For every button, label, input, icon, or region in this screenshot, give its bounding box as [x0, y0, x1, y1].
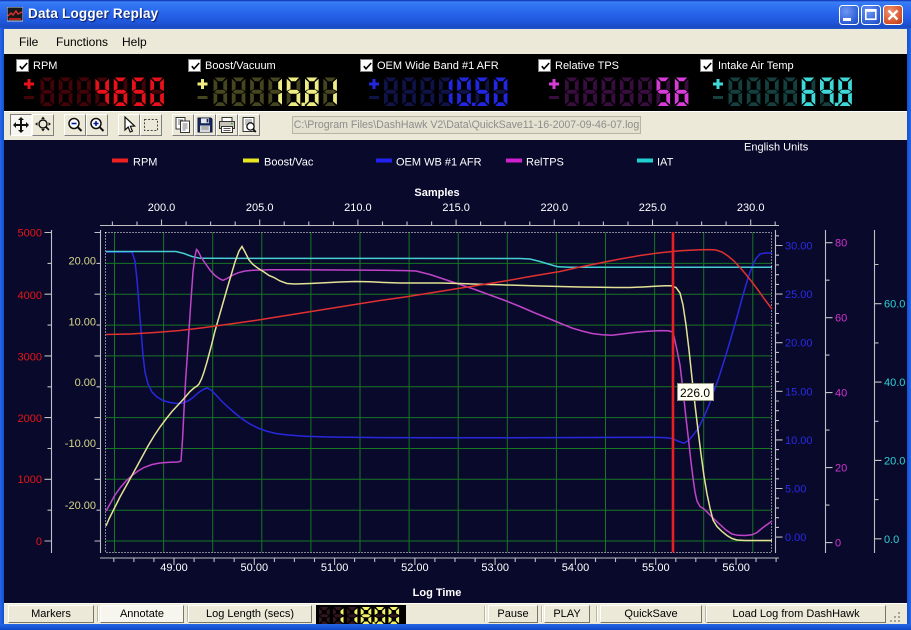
- svg-text:230.0: 230.0: [737, 202, 765, 214]
- svg-text:5.00: 5.00: [785, 484, 806, 496]
- svg-text:0: 0: [36, 536, 42, 548]
- svg-text:200.0: 200.0: [148, 202, 176, 214]
- svg-text:220.0: 220.0: [541, 202, 569, 214]
- svg-text:20.0: 20.0: [884, 455, 905, 467]
- svg-text:Boost/Vac: Boost/Vac: [264, 157, 314, 169]
- svg-text:0: 0: [835, 538, 841, 550]
- svg-text:20: 20: [835, 463, 847, 475]
- svg-text:10.00: 10.00: [785, 435, 813, 447]
- svg-text:0.0: 0.0: [884, 534, 899, 546]
- svg-text:Log Time: Log Time: [413, 587, 462, 599]
- svg-text:80: 80: [835, 238, 847, 250]
- svg-text:4000: 4000: [18, 290, 42, 302]
- svg-text:IAT: IAT: [657, 157, 674, 169]
- svg-text:40: 40: [835, 388, 847, 400]
- svg-text:0.00: 0.00: [785, 532, 806, 544]
- svg-text:2000: 2000: [18, 413, 42, 425]
- svg-text:20.00: 20.00: [785, 338, 813, 350]
- svg-text:5000: 5000: [18, 228, 42, 240]
- svg-text:1000: 1000: [18, 474, 42, 486]
- svg-text:0.00: 0.00: [75, 377, 96, 389]
- svg-text:50.00: 50.00: [241, 562, 269, 574]
- svg-text:OEM WB #1 AFR: OEM WB #1 AFR: [396, 157, 482, 169]
- svg-text:54.00: 54.00: [562, 562, 590, 574]
- svg-text:15.00: 15.00: [785, 386, 813, 398]
- svg-text:51.00: 51.00: [321, 562, 349, 574]
- svg-text:-10.00: -10.00: [65, 438, 96, 450]
- svg-text:3000: 3000: [18, 352, 42, 364]
- svg-text:25.00: 25.00: [785, 289, 813, 301]
- svg-text:RelTPS: RelTPS: [526, 157, 564, 169]
- svg-text:-20.00: -20.00: [65, 500, 96, 512]
- svg-text:Samples: Samples: [414, 187, 459, 199]
- svg-text:10.00: 10.00: [68, 316, 96, 328]
- svg-text:60.0: 60.0: [884, 299, 905, 311]
- svg-text:55.00: 55.00: [642, 562, 670, 574]
- svg-text:215.0: 215.0: [442, 202, 470, 214]
- svg-text:60: 60: [835, 313, 847, 325]
- svg-text:52.00: 52.00: [401, 562, 429, 574]
- svg-text:210.0: 210.0: [344, 202, 372, 214]
- svg-text:53.00: 53.00: [481, 562, 509, 574]
- svg-text:205.0: 205.0: [246, 202, 274, 214]
- svg-text:RPM: RPM: [133, 157, 157, 169]
- svg-text:30.00: 30.00: [785, 241, 813, 253]
- svg-text:20.00: 20.00: [68, 256, 96, 268]
- svg-text:225.0: 225.0: [639, 202, 667, 214]
- svg-text:49.00: 49.00: [160, 562, 188, 574]
- svg-text:226.0: 226.0: [680, 386, 710, 400]
- svg-text:56.00: 56.00: [722, 562, 750, 574]
- svg-text:English Units: English Units: [744, 142, 809, 154]
- svg-text:40.0: 40.0: [884, 377, 905, 389]
